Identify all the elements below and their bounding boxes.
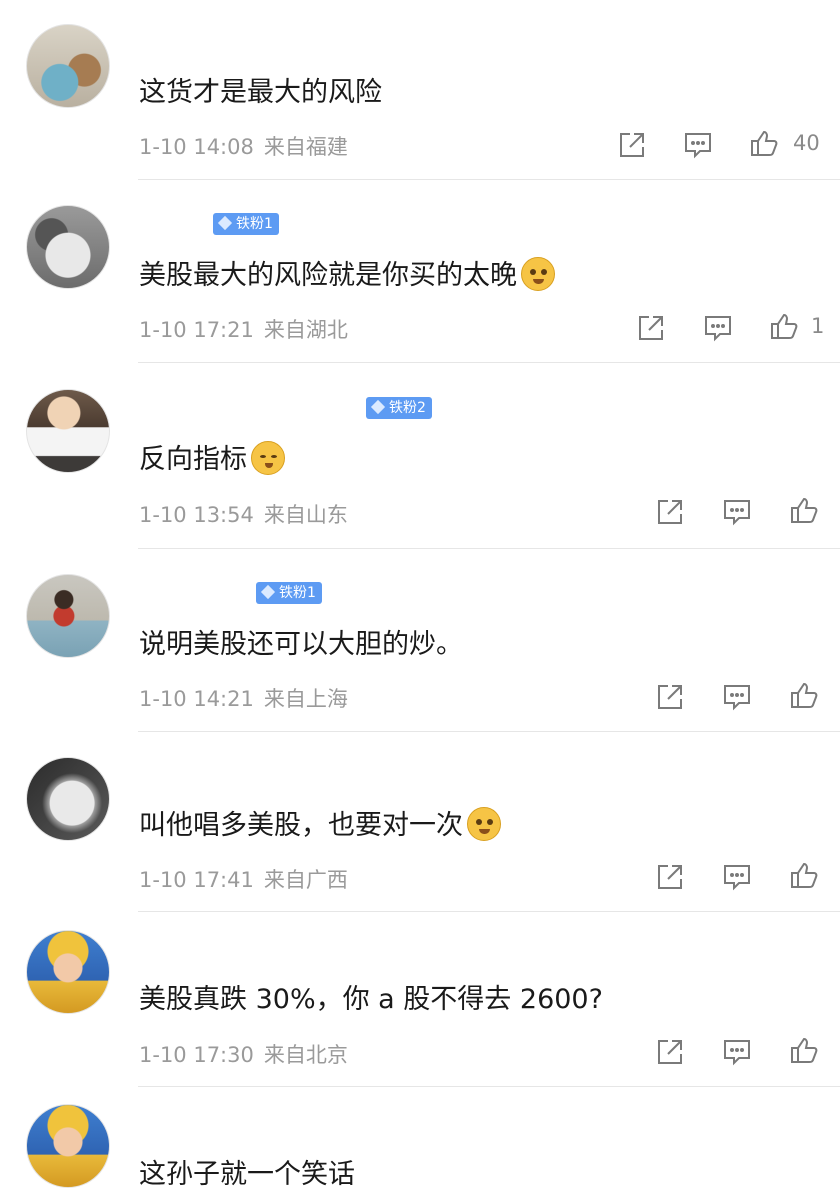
thumbs-up-icon[interactable] xyxy=(749,128,779,158)
share-icon[interactable] xyxy=(655,497,685,527)
comment-location: 来自湖北 xyxy=(263,318,348,342)
share-icon[interactable] xyxy=(655,862,685,892)
fan-badge-label: 铁粉1 xyxy=(279,585,316,601)
comment-icon[interactable] xyxy=(703,313,733,343)
comment-text: 美股真跌 30%，你 a 股不得去 2600? xyxy=(139,977,603,1016)
avatar[interactable] xyxy=(26,930,110,1014)
share-icon[interactable] xyxy=(636,313,666,343)
comment-meta: 1-10 13:54 来自山东 xyxy=(139,499,348,529)
comment-time: 1-10 17:41 xyxy=(139,868,254,892)
doge-emoji-icon xyxy=(467,806,501,841)
comment-location: 来自福建 xyxy=(263,135,348,159)
avatar[interactable] xyxy=(26,24,110,108)
comment-meta: 1-10 17:21 来自湖北 xyxy=(139,314,348,344)
divider xyxy=(138,548,840,549)
comment-icon[interactable] xyxy=(722,682,752,712)
comment-time: 1-10 14:08 xyxy=(139,135,254,159)
share-icon[interactable] xyxy=(617,130,647,160)
comment-text: 这货才是最大的风险 xyxy=(139,70,382,109)
share-icon[interactable] xyxy=(655,682,685,712)
divider xyxy=(138,362,840,363)
avatar[interactable] xyxy=(26,205,110,289)
share-icon[interactable] xyxy=(655,1037,685,1067)
avatar[interactable] xyxy=(26,1104,110,1188)
divider xyxy=(138,911,840,912)
comment-time: 1-10 17:30 xyxy=(139,1043,254,1067)
comment-text-content: 说明美股还可以大胆的炒。 xyxy=(139,629,463,660)
doge-emoji-icon xyxy=(521,256,555,291)
avatar[interactable] xyxy=(26,757,110,841)
fan-badge-label: 铁粉1 xyxy=(236,216,273,232)
comment-location: 来自上海 xyxy=(263,687,348,711)
comment-text-content: 这货才是最大的风险 xyxy=(139,77,382,108)
thumbs-up-icon[interactable] xyxy=(789,860,819,890)
comment-meta: 1-10 17:41 来自广西 xyxy=(139,864,348,894)
diamond-icon xyxy=(217,215,233,231)
comment-text: 反向指标 xyxy=(139,437,285,478)
comment-icon[interactable] xyxy=(722,1037,752,1067)
thumbs-up-icon[interactable] xyxy=(789,495,819,525)
divider xyxy=(138,731,840,732)
comment-text-content: 美股最大的风险就是你买的太晚 xyxy=(139,260,517,291)
comment-icon[interactable] xyxy=(722,862,752,892)
diamond-icon xyxy=(260,584,276,600)
comment-text: 美股最大的风险就是你买的太晚 xyxy=(139,253,555,294)
fan-badge: 铁粉1 xyxy=(213,213,279,235)
comment-location: 来自北京 xyxy=(263,1043,348,1067)
comment-icon[interactable] xyxy=(722,497,752,527)
comment-location: 来自广西 xyxy=(263,868,348,892)
comment-text: 叫他唱多美股，也要对一次 xyxy=(139,803,501,844)
comment-location: 来自山东 xyxy=(263,503,348,527)
comment-text: 说明美股还可以大胆的炒。 xyxy=(139,622,463,661)
thumbs-up-icon[interactable] xyxy=(769,311,799,341)
like-count: 1 xyxy=(811,314,825,338)
thumbs-up-icon[interactable] xyxy=(789,680,819,710)
diamond-icon xyxy=(370,399,386,415)
comment-meta: 1-10 17:30 来自北京 xyxy=(139,1039,348,1069)
comment-time: 1-10 17:21 xyxy=(139,318,254,342)
comment-text-content: 这孙子就一个笑话 xyxy=(139,1159,355,1190)
comment-icon[interactable] xyxy=(683,130,713,160)
comment-text-content: 美股真跌 30%，你 a 股不得去 2600? xyxy=(139,984,603,1015)
avatar[interactable] xyxy=(26,389,110,473)
divider xyxy=(138,1086,840,1087)
fan-badge-label: 铁粉2 xyxy=(389,400,426,416)
comment-time: 1-10 13:54 xyxy=(139,503,254,527)
thumbs-up-icon[interactable] xyxy=(789,1035,819,1065)
comment-time: 1-10 14:21 xyxy=(139,687,254,711)
fan-badge: 铁粉1 xyxy=(256,582,322,604)
comment-text-content: 反向指标 xyxy=(139,444,247,475)
shush-emoji-icon xyxy=(251,440,285,475)
comment-text: 这孙子就一个笑话 xyxy=(139,1152,355,1191)
avatar[interactable] xyxy=(26,574,110,658)
fan-badge: 铁粉2 xyxy=(366,397,432,419)
comment-meta: 1-10 14:21 来自上海 xyxy=(139,683,348,713)
like-count: 40 xyxy=(793,131,820,155)
divider xyxy=(138,179,840,180)
comment-text-content: 叫他唱多美股，也要对一次 xyxy=(139,810,463,841)
comment-meta: 1-10 14:08 来自福建 xyxy=(139,131,348,161)
